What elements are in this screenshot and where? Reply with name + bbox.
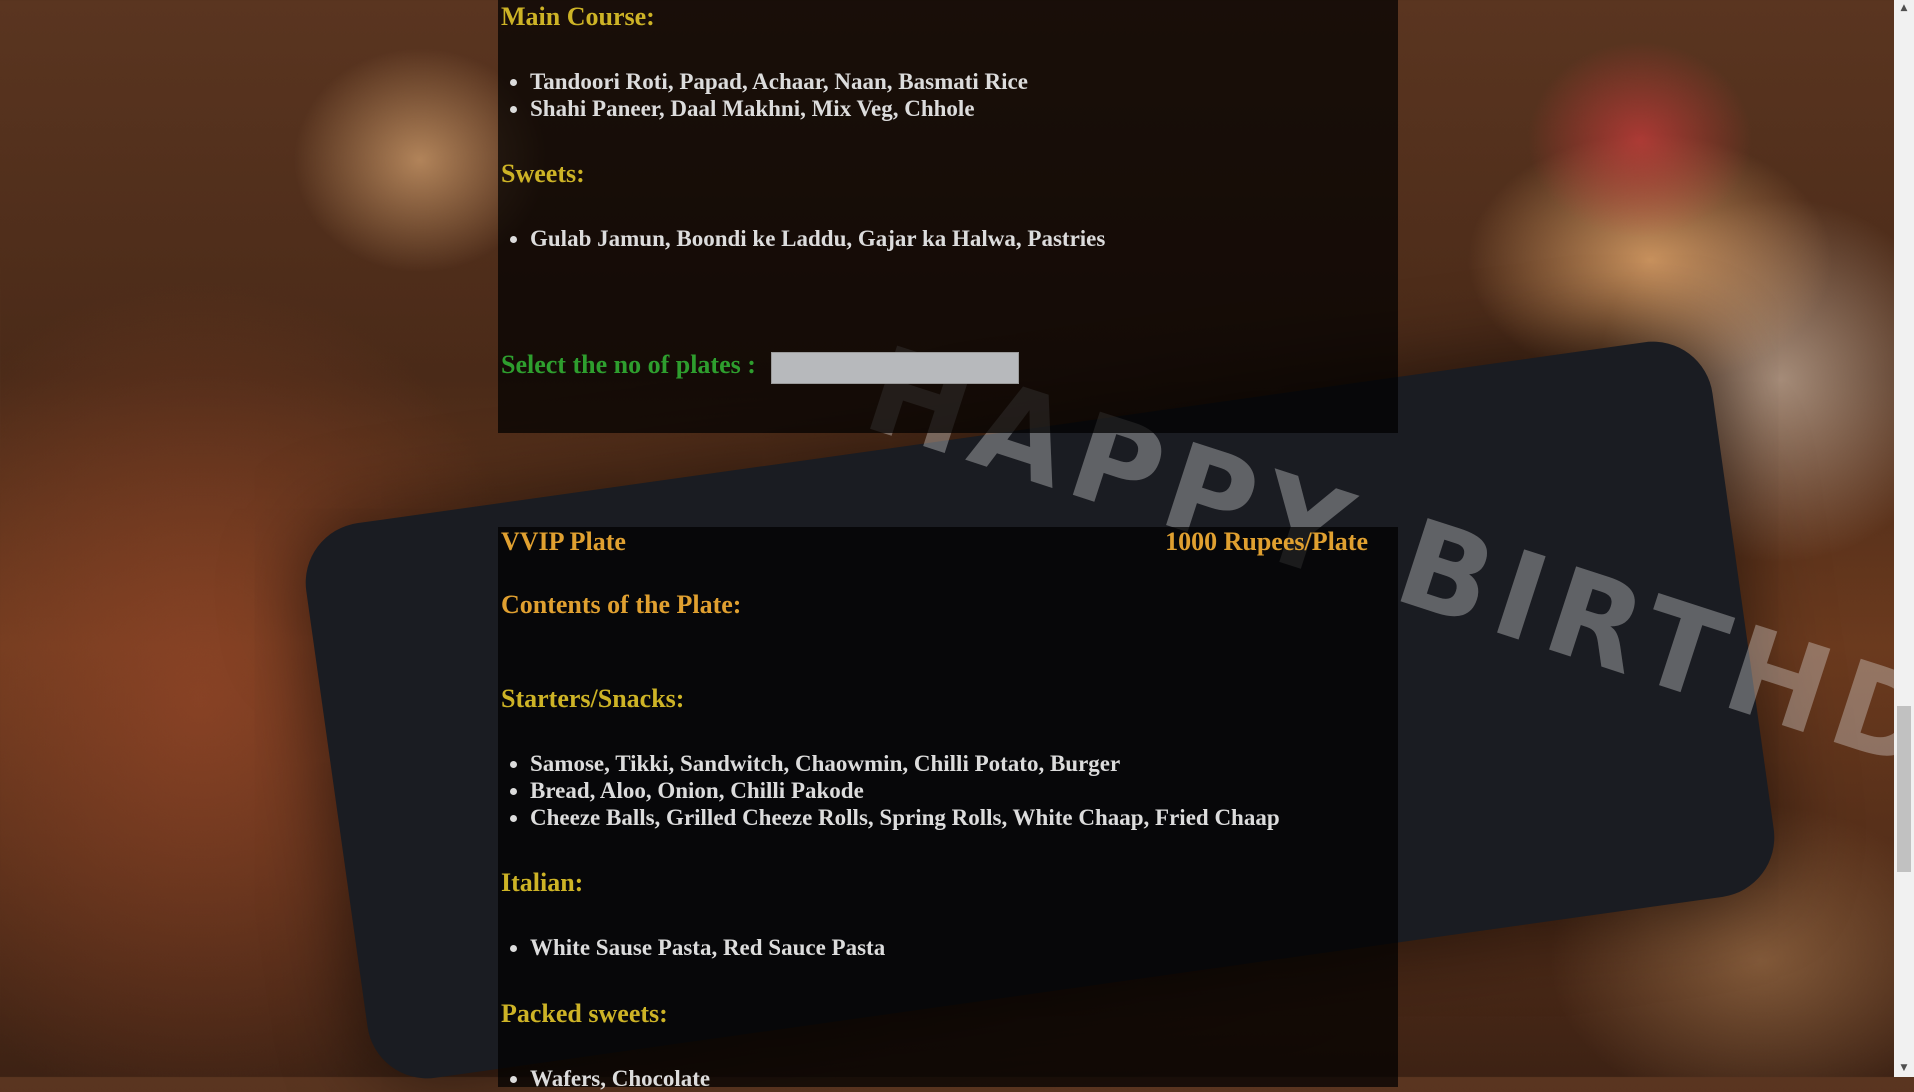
starters-heading: Starters/Snacks: (501, 684, 685, 713)
sweets-heading: Sweets: (501, 159, 585, 188)
plates-count-label: Select the no of plates : (501, 350, 756, 379)
sweets-list: Gulab Jamun, Boondi ke Laddu, Gajar ka H… (498, 225, 1105, 252)
plate-card-vvip: VVIP Plate 1000 Rupees/Plate Contents of… (498, 527, 1398, 1091)
list-item: Gulab Jamun, Boondi ke Laddu, Gajar ka H… (530, 225, 1105, 252)
plate-price: 1000 Rupees/Plate (1165, 527, 1368, 556)
contents-heading: Contents of the Plate: (501, 590, 742, 619)
list-item: Tandoori Roti, Papad, Achaar, Naan, Basm… (530, 68, 1028, 95)
list-item: Wafers, Chocolate (530, 1065, 710, 1092)
scrollbar-thumb[interactable] (1897, 706, 1911, 872)
list-item: Cheeze Balls, Grilled Cheeze Rolls, Spri… (530, 804, 1280, 831)
list-item: White Sause Pasta, Red Sauce Pasta (530, 934, 885, 961)
plate-name: VVIP Plate (501, 527, 626, 556)
list-item: Shahi Paneer, Daal Makhni, Mix Veg, Chho… (530, 95, 1028, 122)
page-scrollbar[interactable]: ▲ ▼ (1894, 0, 1914, 1077)
main-course-heading: Main Course: (501, 2, 655, 31)
packed-sweets-heading: Packed sweets: (501, 999, 668, 1028)
italian-list: White Sause Pasta, Red Sauce Pasta (498, 934, 885, 961)
list-item: Bread, Aloo, Onion, Chilli Pakode (530, 777, 1280, 804)
main-course-list: Tandoori Roti, Papad, Achaar, Naan, Basm… (498, 68, 1028, 122)
triangle-up-icon[interactable]: ▲ (1894, 0, 1914, 17)
packed-sweets-list: Wafers, Chocolate (498, 1065, 710, 1092)
italian-heading: Italian: (501, 868, 584, 897)
plate-card-standard: Main Course: Tandoori Roti, Papad, Achaa… (498, 0, 1398, 433)
plates-count-input[interactable] (771, 352, 1019, 384)
list-item: Samose, Tikki, Sandwitch, Chaowmin, Chil… (530, 750, 1280, 777)
triangle-down-icon[interactable]: ▼ (1894, 1060, 1914, 1077)
starters-list: Samose, Tikki, Sandwitch, Chaowmin, Chil… (498, 750, 1280, 831)
